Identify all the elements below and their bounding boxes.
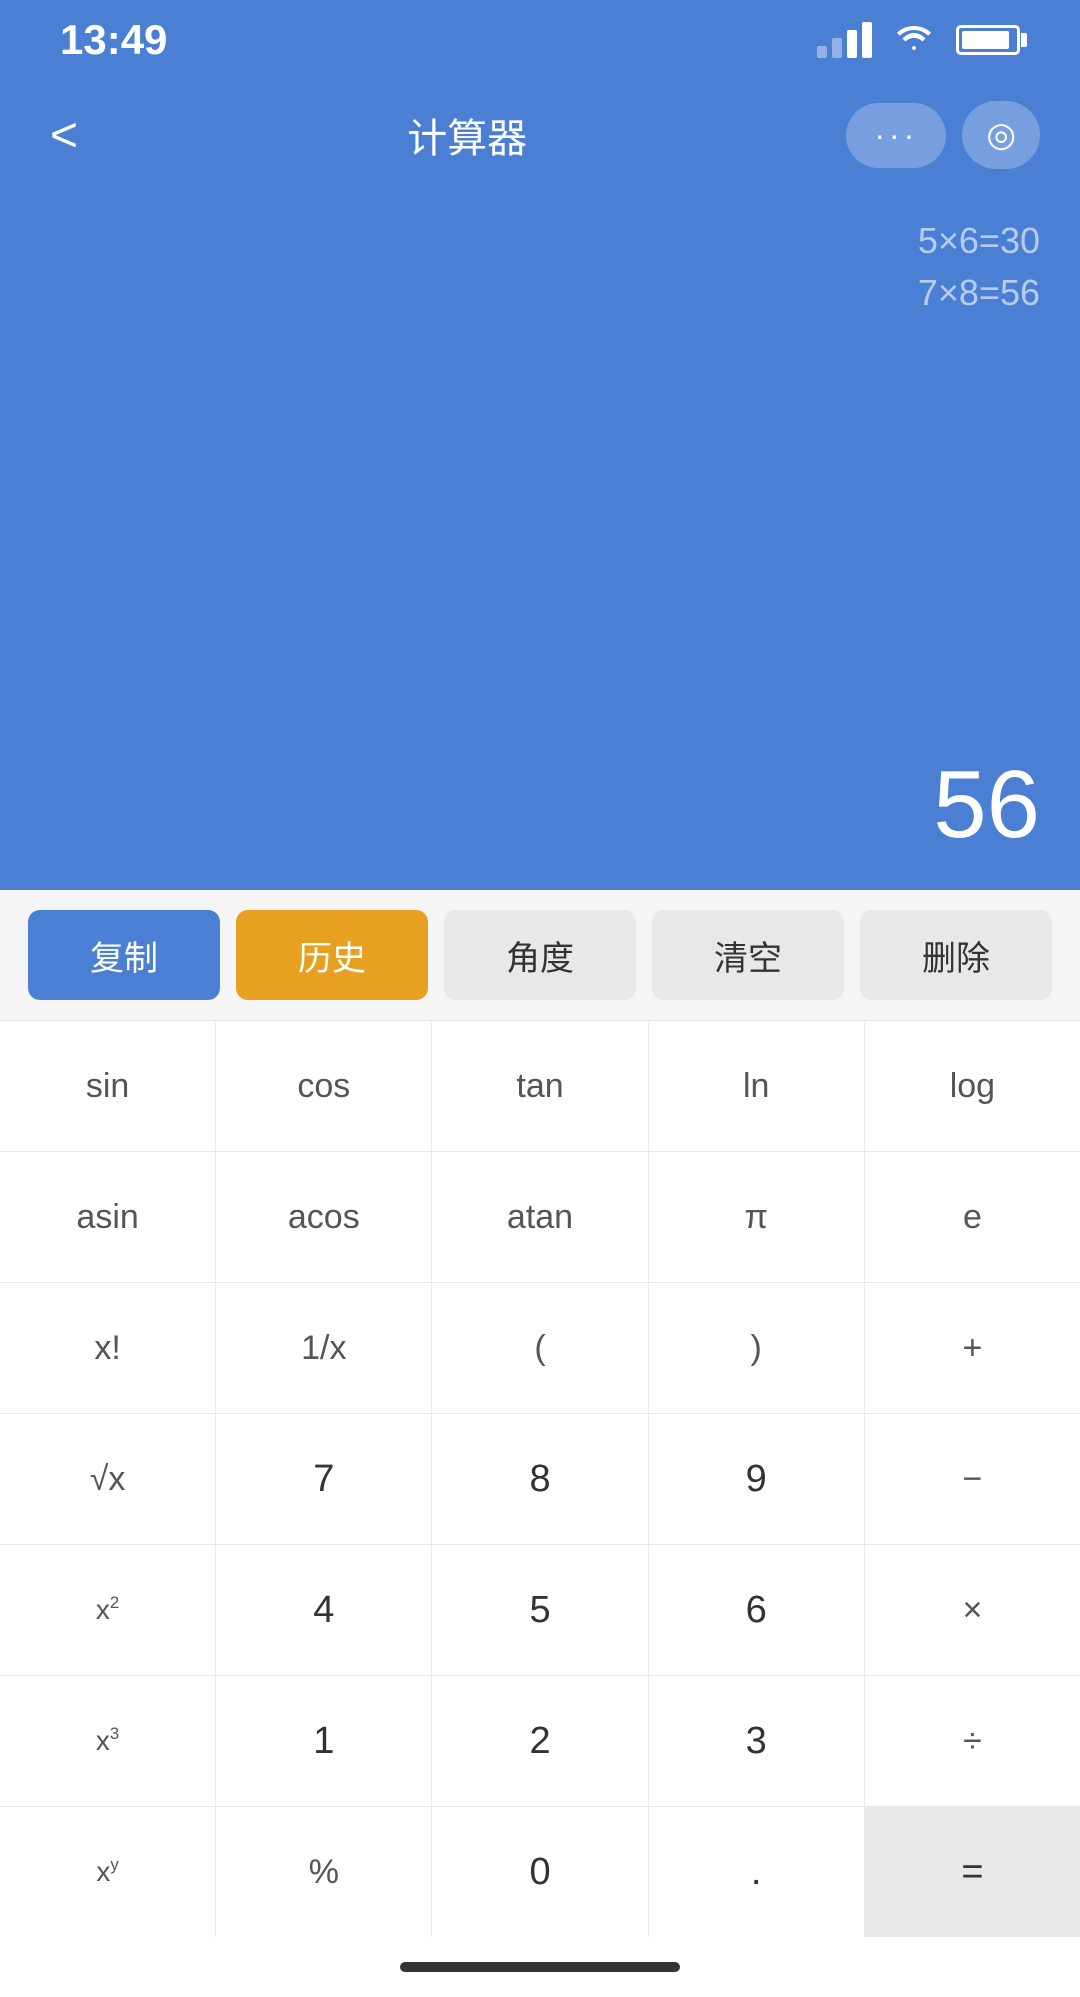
display-area: 5×6=30 7×8=56 56 [0, 190, 1080, 890]
history-expressions: 5×6=30 7×8=56 [918, 220, 1040, 324]
key-dot[interactable]: . [649, 1807, 865, 1937]
keypad-row-4: √x 7 8 9 − [0, 1414, 1080, 1545]
key-equals[interactable]: = [865, 1807, 1080, 1937]
action-row: 复制 历史 角度 清空 删除 [0, 890, 1080, 1021]
key-factorial[interactable]: x! [0, 1283, 216, 1413]
key-multiply[interactable]: × [865, 1545, 1080, 1675]
key-ln[interactable]: ln [649, 1021, 865, 1151]
keypad-row-3: x! 1/x ( ) + [0, 1283, 1080, 1414]
key-cube[interactable]: x3 [0, 1676, 216, 1806]
more-button[interactable]: ··· [846, 103, 946, 168]
keypad-row-1: sin cos tan ln log [0, 1021, 1080, 1152]
key-acos[interactable]: acos [216, 1152, 432, 1282]
key-8[interactable]: 8 [432, 1414, 648, 1544]
key-sin[interactable]: sin [0, 1021, 216, 1151]
key-minus[interactable]: − [865, 1414, 1080, 1544]
history-line-1: 5×6=30 [918, 220, 1040, 262]
key-square[interactable]: x2 [0, 1545, 216, 1675]
back-button[interactable]: < [40, 98, 88, 173]
key-e[interactable]: e [865, 1152, 1080, 1282]
history-button[interactable]: 历史 [236, 910, 428, 1000]
key-3[interactable]: 3 [649, 1676, 865, 1806]
key-sqrt[interactable]: √x [0, 1414, 216, 1544]
key-plus[interactable]: + [865, 1283, 1080, 1413]
current-result: 56 [40, 750, 1040, 860]
key-divide[interactable]: ÷ [865, 1676, 1080, 1806]
eye-button[interactable]: ◎ [962, 101, 1040, 169]
keypad-row-5: x2 4 5 6 × [0, 1545, 1080, 1676]
keypad-row-6: x3 1 2 3 ÷ [0, 1676, 1080, 1807]
signal-icon [817, 22, 872, 58]
key-atan[interactable]: atan [432, 1152, 648, 1282]
home-bar [400, 1962, 680, 1972]
key-9[interactable]: 9 [649, 1414, 865, 1544]
keypad-row-2: asin acos atan π e [0, 1152, 1080, 1283]
home-indicator [0, 1937, 1080, 1997]
nav-actions: ··· ◎ [846, 101, 1040, 169]
key-2[interactable]: 2 [432, 1676, 648, 1806]
status-time: 13:49 [60, 16, 167, 64]
key-4[interactable]: 4 [216, 1545, 432, 1675]
angle-button[interactable]: 角度 [444, 910, 636, 1000]
key-cos[interactable]: cos [216, 1021, 432, 1151]
status-icons [817, 18, 1020, 63]
key-7[interactable]: 7 [216, 1414, 432, 1544]
copy-button[interactable]: 复制 [28, 910, 220, 1000]
key-reciprocal[interactable]: 1/x [216, 1283, 432, 1413]
keypad: sin cos tan ln log asin acos atan π e x!… [0, 1021, 1080, 1937]
key-open-paren[interactable]: ( [432, 1283, 648, 1413]
battery-icon [956, 25, 1020, 55]
key-6[interactable]: 6 [649, 1545, 865, 1675]
wifi-icon [892, 18, 936, 63]
key-log[interactable]: log [865, 1021, 1080, 1151]
nav-bar: < 计算器 ··· ◎ [0, 80, 1080, 190]
key-percent[interactable]: % [216, 1807, 432, 1937]
status-bar: 13:49 [0, 0, 1080, 80]
page-title: 计算器 [407, 106, 527, 164]
clear-button[interactable]: 清空 [652, 910, 844, 1000]
key-tan[interactable]: tan [432, 1021, 648, 1151]
delete-button[interactable]: 删除 [860, 910, 1052, 1000]
key-0[interactable]: 0 [432, 1807, 648, 1937]
key-5[interactable]: 5 [432, 1545, 648, 1675]
key-asin[interactable]: asin [0, 1152, 216, 1282]
key-close-paren[interactable]: ) [649, 1283, 865, 1413]
keypad-row-7: xy % 0 . = [0, 1807, 1080, 1937]
key-1[interactable]: 1 [216, 1676, 432, 1806]
key-power[interactable]: xy [0, 1807, 216, 1937]
history-line-2: 7×8=56 [918, 272, 1040, 314]
key-pi[interactable]: π [649, 1152, 865, 1282]
